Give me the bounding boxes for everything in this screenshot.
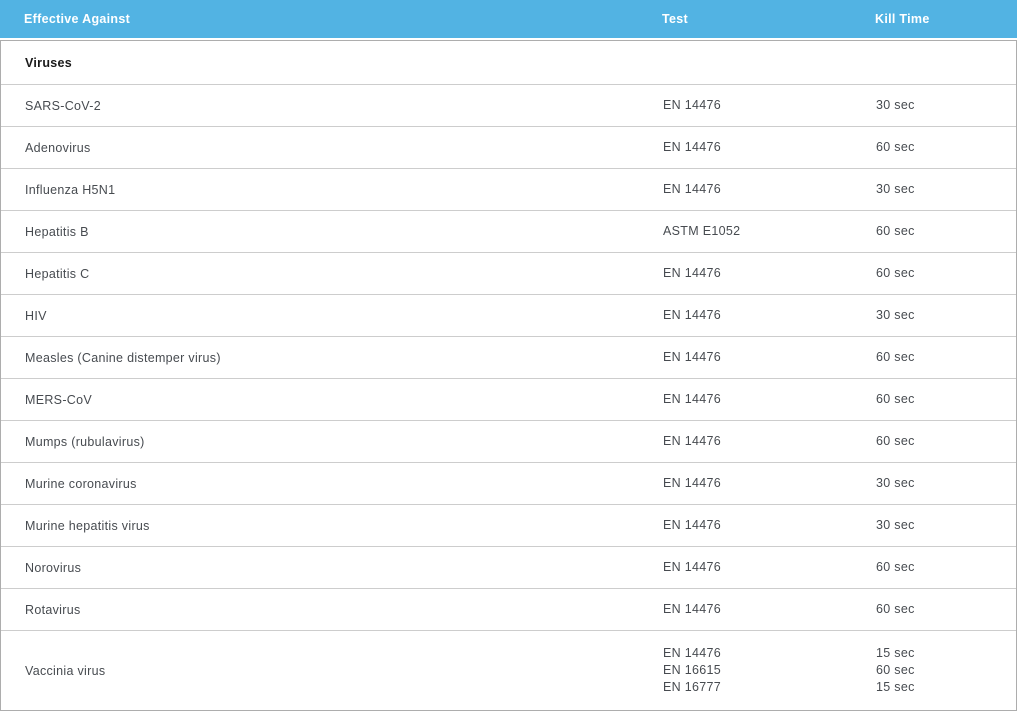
row-kill-time: 60 sec [876, 139, 1016, 156]
row-test: EN 14476 [663, 349, 876, 366]
test-line: EN 14476 [663, 433, 876, 450]
test-line: EN 14476 [663, 139, 876, 156]
row-kill-time: 60 sec [876, 559, 1016, 576]
kill-time-line: 15 sec [876, 645, 1016, 662]
table-body: Viruses SARS-CoV-2 EN 14476 30 sec Adeno… [0, 40, 1017, 711]
row-name: Hepatitis C [1, 267, 663, 281]
row-name: Vaccinia virus [1, 664, 663, 678]
table-row: Adenovirus EN 14476 60 sec [1, 127, 1016, 169]
kill-time-line: 60 sec [876, 559, 1016, 576]
kill-time-line: 60 sec [876, 433, 1016, 450]
kill-time-line: 60 sec [876, 265, 1016, 282]
row-name: Mumps (rubulavirus) [1, 435, 663, 449]
row-name: MERS-CoV [1, 393, 663, 407]
test-line: EN 14476 [663, 349, 876, 366]
row-test: EN 14476 [663, 181, 876, 198]
table-row: Mumps (rubulavirus) EN 14476 60 sec [1, 421, 1016, 463]
table-row: Measles (Canine distemper virus) EN 1447… [1, 337, 1016, 379]
row-test: EN 14476 EN 16615 EN 16777 [663, 645, 876, 696]
kill-time-line: 30 sec [876, 181, 1016, 198]
row-kill-time: 60 sec [876, 349, 1016, 366]
effectiveness-table: Effective Against Test Kill Time Viruses… [0, 0, 1017, 711]
table-row: Norovirus EN 14476 60 sec [1, 547, 1016, 589]
row-name: Murine hepatitis virus [1, 519, 663, 533]
row-test: EN 14476 [663, 601, 876, 618]
test-line: EN 14476 [663, 97, 876, 114]
table-row: MERS-CoV EN 14476 60 sec [1, 379, 1016, 421]
row-name: Hepatitis B [1, 225, 663, 239]
test-line: EN 14476 [663, 307, 876, 324]
row-test: EN 14476 [663, 139, 876, 156]
row-name: Measles (Canine distemper virus) [1, 351, 663, 365]
row-name: Murine coronavirus [1, 477, 663, 491]
test-line: ASTM E1052 [663, 223, 876, 240]
kill-time-line: 30 sec [876, 475, 1016, 492]
kill-time-line: 15 sec [876, 679, 1016, 696]
table-row: Rotavirus EN 14476 60 sec [1, 589, 1016, 631]
kill-time-line: 60 sec [876, 349, 1016, 366]
test-line: EN 14476 [663, 181, 876, 198]
row-test: EN 14476 [663, 433, 876, 450]
table-row: Vaccinia virus EN 14476 EN 16615 EN 1677… [1, 631, 1016, 710]
kill-time-line: 60 sec [876, 601, 1016, 618]
row-kill-time: 60 sec [876, 601, 1016, 618]
row-name: HIV [1, 309, 663, 323]
row-name: Influenza H5N1 [1, 183, 663, 197]
table-row: Hepatitis B ASTM E1052 60 sec [1, 211, 1016, 253]
kill-time-line: 30 sec [876, 97, 1016, 114]
test-line: EN 14476 [663, 645, 876, 662]
header-effective-against: Effective Against [0, 12, 662, 26]
kill-time-line: 60 sec [876, 139, 1016, 156]
row-kill-time: 15 sec 60 sec 15 sec [876, 645, 1016, 696]
row-test: EN 14476 [663, 265, 876, 282]
row-kill-time: 60 sec [876, 433, 1016, 450]
header-kill-time: Kill Time [875, 12, 1017, 26]
row-test: EN 14476 [663, 307, 876, 324]
kill-time-line: 60 sec [876, 223, 1016, 240]
table-row: HIV EN 14476 30 sec [1, 295, 1016, 337]
row-test: EN 14476 [663, 517, 876, 534]
test-line: EN 14476 [663, 475, 876, 492]
kill-time-line: 60 sec [876, 662, 1016, 679]
table-row: Hepatitis C EN 14476 60 sec [1, 253, 1016, 295]
row-name: Rotavirus [1, 603, 663, 617]
row-kill-time: 30 sec [876, 517, 1016, 534]
table-row: SARS-CoV-2 EN 14476 30 sec [1, 85, 1016, 127]
test-line: EN 14476 [663, 391, 876, 408]
test-line: EN 14476 [663, 265, 876, 282]
row-kill-time: 30 sec [876, 307, 1016, 324]
row-kill-time: 60 sec [876, 223, 1016, 240]
row-kill-time: 60 sec [876, 265, 1016, 282]
row-test: EN 14476 [663, 475, 876, 492]
row-kill-time: 60 sec [876, 391, 1016, 408]
kill-time-line: 60 sec [876, 391, 1016, 408]
row-test: EN 14476 [663, 391, 876, 408]
row-name: Norovirus [1, 561, 663, 575]
header-test: Test [662, 12, 875, 26]
section-header-row: Viruses [1, 41, 1016, 85]
table-header-row: Effective Against Test Kill Time [0, 0, 1017, 38]
kill-time-line: 30 sec [876, 517, 1016, 534]
table-row: Influenza H5N1 EN 14476 30 sec [1, 169, 1016, 211]
table-row: Murine coronavirus EN 14476 30 sec [1, 463, 1016, 505]
section-title: Viruses [1, 56, 663, 70]
test-line: EN 14476 [663, 559, 876, 576]
row-name: Adenovirus [1, 141, 663, 155]
row-test: ASTM E1052 [663, 223, 876, 240]
row-test: EN 14476 [663, 559, 876, 576]
table-row: Murine hepatitis virus EN 14476 30 sec [1, 505, 1016, 547]
test-line: EN 16777 [663, 679, 876, 696]
test-line: EN 14476 [663, 517, 876, 534]
row-kill-time: 30 sec [876, 475, 1016, 492]
row-kill-time: 30 sec [876, 181, 1016, 198]
row-name: SARS-CoV-2 [1, 99, 663, 113]
kill-time-line: 30 sec [876, 307, 1016, 324]
page: Effective Against Test Kill Time Viruses… [0, 0, 1020, 713]
test-line: EN 14476 [663, 601, 876, 618]
row-kill-time: 30 sec [876, 97, 1016, 114]
row-test: EN 14476 [663, 97, 876, 114]
test-line: EN 16615 [663, 662, 876, 679]
